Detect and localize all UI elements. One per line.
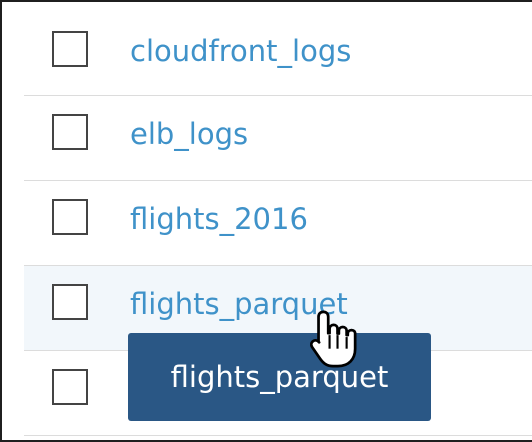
row-checkbox[interactable] bbox=[52, 284, 88, 320]
hand-pointer-icon bbox=[309, 310, 357, 368]
tooltip: flights_parquet bbox=[128, 333, 431, 421]
table-name-link[interactable]: flights_2016 bbox=[130, 202, 308, 236]
row-checkbox[interactable] bbox=[52, 31, 88, 67]
table-name-link[interactable]: elb_logs bbox=[130, 117, 248, 151]
row-checkbox[interactable] bbox=[52, 114, 88, 150]
table-name-link[interactable]: cloudfront_logs bbox=[130, 34, 351, 68]
row-checkbox[interactable] bbox=[52, 369, 88, 405]
row-checkbox[interactable] bbox=[52, 199, 88, 235]
list-item: elb_logs bbox=[24, 96, 532, 181]
list-item: flights_2016 bbox=[24, 181, 532, 266]
list-item: cloudfront_logs bbox=[24, 2, 532, 96]
